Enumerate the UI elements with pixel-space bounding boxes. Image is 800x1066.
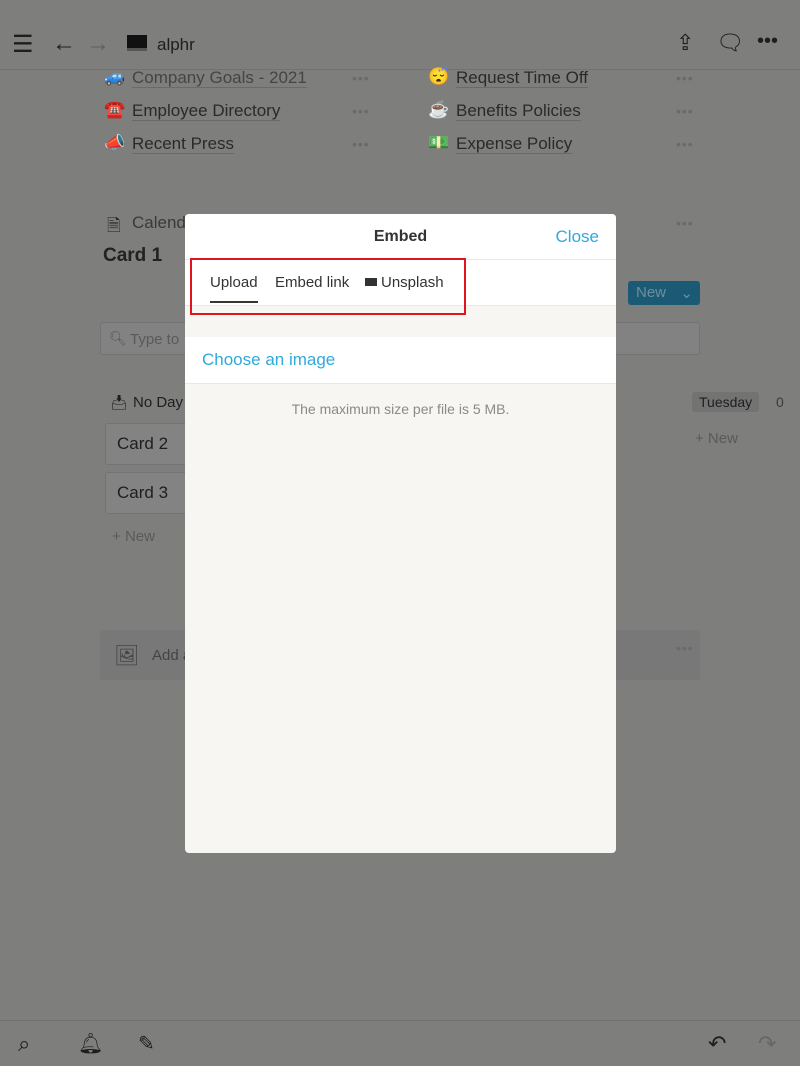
search-placeholder: Type to <box>130 331 180 348</box>
modal-title: Embed <box>373 228 428 245</box>
laptop-icon <box>127 35 147 51</box>
inbox-icon: 📥︎ <box>110 394 128 410</box>
card-item[interactable]: Card 2 <box>105 423 195 465</box>
link-emoji: ☕ <box>428 100 450 119</box>
share-icon[interactable]: ⇪ <box>676 30 694 56</box>
tuesday-count: 0 <box>776 394 784 410</box>
more-icon[interactable]: ••• <box>676 103 694 119</box>
image-icon: 🖼︎ <box>114 645 140 667</box>
new-button[interactable]: New ⌄ <box>628 281 700 305</box>
document-icon: 🗎 <box>107 216 121 235</box>
link-benefits-policies[interactable]: Benefits Policies <box>456 101 581 121</box>
chevron-down-icon[interactable]: ⌄ <box>680 284 693 302</box>
link-request-time-off[interactable]: Request Time Off <box>456 68 588 88</box>
more-icon[interactable]: ••• <box>757 30 778 53</box>
link-emoji: 🚙 <box>104 67 126 86</box>
modal-header: Embed Close <box>185 214 616 260</box>
comment-icon[interactable]: 🗨 <box>716 30 744 56</box>
card-item[interactable]: Card 3 <box>105 472 195 514</box>
top-bar: ☰ ← → alphr ⇪ 🗨 ••• <box>0 0 800 70</box>
card-title: Card 1 <box>103 245 163 266</box>
file-size-note: The maximum size per file is 5 MB. <box>291 401 510 417</box>
card-label: Card 2 <box>117 434 169 453</box>
redo-icon[interactable]: ↷ <box>758 1031 776 1057</box>
search-icon[interactable]: ⌕ <box>18 1031 30 1057</box>
calendar-link[interactable]: Calend <box>132 213 186 233</box>
page-title: alphr <box>157 35 195 54</box>
bottom-bar: ⌕ 🔔︎ ✎ ↶ ↷ <box>0 1020 800 1066</box>
more-icon[interactable]: ••• <box>352 103 370 119</box>
link-company-goals[interactable]: Company Goals - 2021 <box>132 68 307 88</box>
more-icon[interactable]: ••• <box>676 136 694 152</box>
menu-icon[interactable]: ☰ <box>12 30 34 59</box>
add-new-label: New <box>124 528 155 545</box>
compose-icon[interactable]: ✎ <box>138 1031 155 1056</box>
add-new-button[interactable]: + New <box>112 528 155 545</box>
undo-icon[interactable]: ↶ <box>708 1031 726 1057</box>
no-day-label: No Day <box>133 394 184 411</box>
link-recent-press[interactable]: Recent Press <box>132 134 234 154</box>
card-label: Card 3 <box>117 483 169 502</box>
more-icon[interactable]: ••• <box>352 70 370 86</box>
new-button-label: New <box>636 284 667 301</box>
tuesday-label: Tuesday <box>692 392 760 412</box>
link-employee-directory[interactable]: Employee Directory <box>132 101 280 121</box>
more-icon[interactable]: ••• <box>352 136 370 152</box>
more-icon[interactable]: ••• <box>676 70 694 86</box>
back-arrow-icon[interactable]: ← <box>52 30 76 58</box>
forward-arrow-icon[interactable]: → <box>86 30 110 58</box>
add-new-tuesday[interactable]: + New <box>695 430 738 447</box>
search-icon: 🔍︎ <box>109 330 127 346</box>
link-emoji: ☎️ <box>104 100 126 119</box>
close-button[interactable]: Close <box>556 227 599 247</box>
highlight-box <box>190 258 466 315</box>
more-icon[interactable]: ••• <box>676 215 694 231</box>
choose-image-button[interactable]: Choose an image <box>185 337 616 384</box>
bell-icon[interactable]: 🔔︎ <box>78 1031 103 1056</box>
link-emoji: 📣 <box>104 133 126 152</box>
link-expense-policy[interactable]: Expense Policy <box>456 134 572 154</box>
link-emoji: 💵 <box>428 133 450 152</box>
link-emoji: 😴 <box>428 67 450 86</box>
more-icon[interactable]: ••• <box>676 640 694 656</box>
